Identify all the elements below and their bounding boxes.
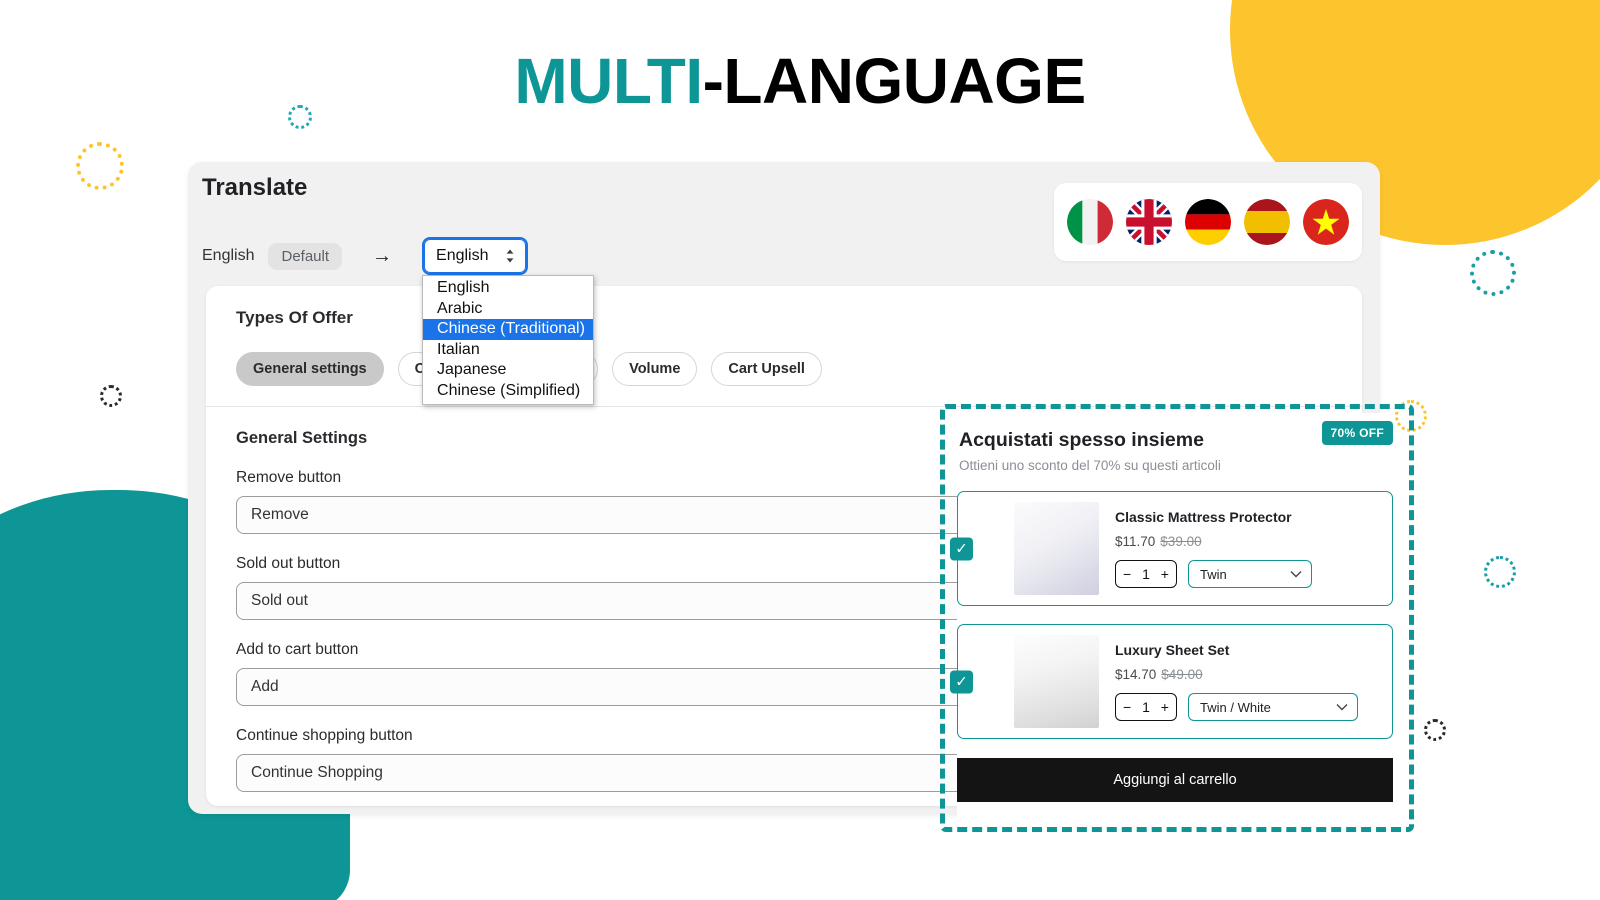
panel-title: Translate [202,174,308,201]
upsell-product-row: ✓ Luxury Sheet Set $14.70 $49.00 − 1 + Tw… [950,624,1393,739]
decrease-quantity-icon[interactable]: − [1123,699,1131,715]
product-controls: − 1 + Twin / White [1115,693,1384,721]
dotted-circle-teal-right-lower [1484,556,1516,588]
add-to-cart-button[interactable]: Aggiungi al carrello [957,758,1393,802]
variant-select[interactable]: Twin / White [1188,693,1358,721]
target-language-value: English [436,247,489,264]
variant-select[interactable]: Twin [1188,560,1312,588]
spain-flag-icon[interactable] [1244,199,1290,245]
chevron-updown-icon [505,248,515,264]
product-sale-price: $11.70 [1115,534,1156,549]
dropdown-option[interactable]: Italian [423,340,593,361]
dropdown-option[interactable]: Japanese [423,360,593,381]
dropdown-option-selected[interactable]: Chinese (Traditional) [423,319,594,340]
dropdown-option[interactable]: Chinese (Simplified) [423,381,593,402]
variant-value: Twin [1200,566,1227,582]
product-name: Luxury Sheet Set [1115,642,1230,658]
product-sale-price: $14.70 [1115,667,1157,682]
product-compare-price: $39.00 [1160,534,1202,549]
page-title: MULTI-LANGUAGE [0,44,1600,118]
product-checkbox[interactable]: ✓ [950,537,973,560]
upsell-product-row: ✓ Classic Mattress Protector $11.70 $39.0… [950,491,1393,606]
italy-flag-icon[interactable] [1067,199,1113,245]
dropdown-option[interactable]: Arabic [423,299,593,320]
chevron-down-icon [1290,571,1302,578]
default-badge: Default [268,242,343,270]
product-thumbnail [1014,502,1099,595]
page-title-rest: -LANGUAGE [702,45,1087,117]
product-controls: − 1 + Twin [1115,560,1384,588]
quantity-value: 1 [1142,699,1150,715]
product-info: Luxury Sheet Set $14.70 $49.00 − 1 + Twin… [1115,642,1392,721]
increase-quantity-icon[interactable]: + [1161,699,1169,715]
dotted-circle-yellow-left [76,142,124,190]
upsell-widget: Acquistati spesso insieme Ottieni uno sc… [950,413,1393,823]
upsell-header: Acquistati spesso insieme Ottieni uno sc… [957,421,1393,473]
product-thumbnail [1014,635,1099,728]
screenshot-root: MULTI-LANGUAGE Translate English Default… [0,0,1600,900]
target-language-select[interactable]: English [422,237,529,275]
source-language-label: English [202,247,255,264]
decrease-quantity-icon[interactable]: − [1123,566,1131,582]
language-selector-row: English Default → English English Arabic… [202,237,595,405]
chevron-down-icon [1336,704,1348,711]
target-language-select-wrap: English English Arabic Chinese (Traditio… [422,237,595,405]
dropdown-option[interactable]: English [423,278,593,299]
germany-flag-icon[interactable] [1185,199,1231,245]
product-info: Classic Mattress Protector $11.70 $39.00 … [1115,509,1392,588]
quantity-value: 1 [1142,566,1150,582]
tab-cart-upsell[interactable]: Cart Upsell [711,352,822,386]
increase-quantity-icon[interactable]: + [1161,566,1169,582]
product-compare-price: $49.00 [1161,667,1203,682]
dotted-circle-dark-right [1424,719,1446,741]
variant-value: Twin / White [1200,699,1271,715]
product-price: $14.70 $49.00 [1115,667,1384,682]
vietnam-flag-icon[interactable] [1303,199,1349,245]
arrow-right-icon: → [372,244,393,267]
tab-general-settings[interactable]: General settings [236,352,384,386]
tab-volume[interactable]: Volume [612,352,698,386]
dotted-circle-dark-left [100,385,122,407]
upsell-subtitle: Ottieni uno sconto del 70% su questi art… [959,458,1221,473]
dotted-circle-teal-right-upper [1470,250,1516,296]
product-price: $11.70 $39.00 [1115,534,1384,549]
language-dropdown-list[interactable]: English Arabic Chinese (Traditional) Ita… [422,275,595,405]
flags-container [1054,183,1362,261]
product-checkbox[interactable]: ✓ [950,670,973,693]
quantity-stepper[interactable]: − 1 + [1115,693,1177,721]
product-name: Classic Mattress Protector [1115,509,1292,525]
offer-tabs: General settings Cross sell Bundle Volum… [236,352,1332,386]
types-of-offer-title: Types Of Offer [236,308,353,327]
discount-badge: 70% OFF [1321,421,1393,445]
page-title-highlight: MULTI [514,45,703,117]
uk-flag-icon[interactable] [1126,199,1172,245]
quantity-stepper[interactable]: − 1 + [1115,560,1177,588]
